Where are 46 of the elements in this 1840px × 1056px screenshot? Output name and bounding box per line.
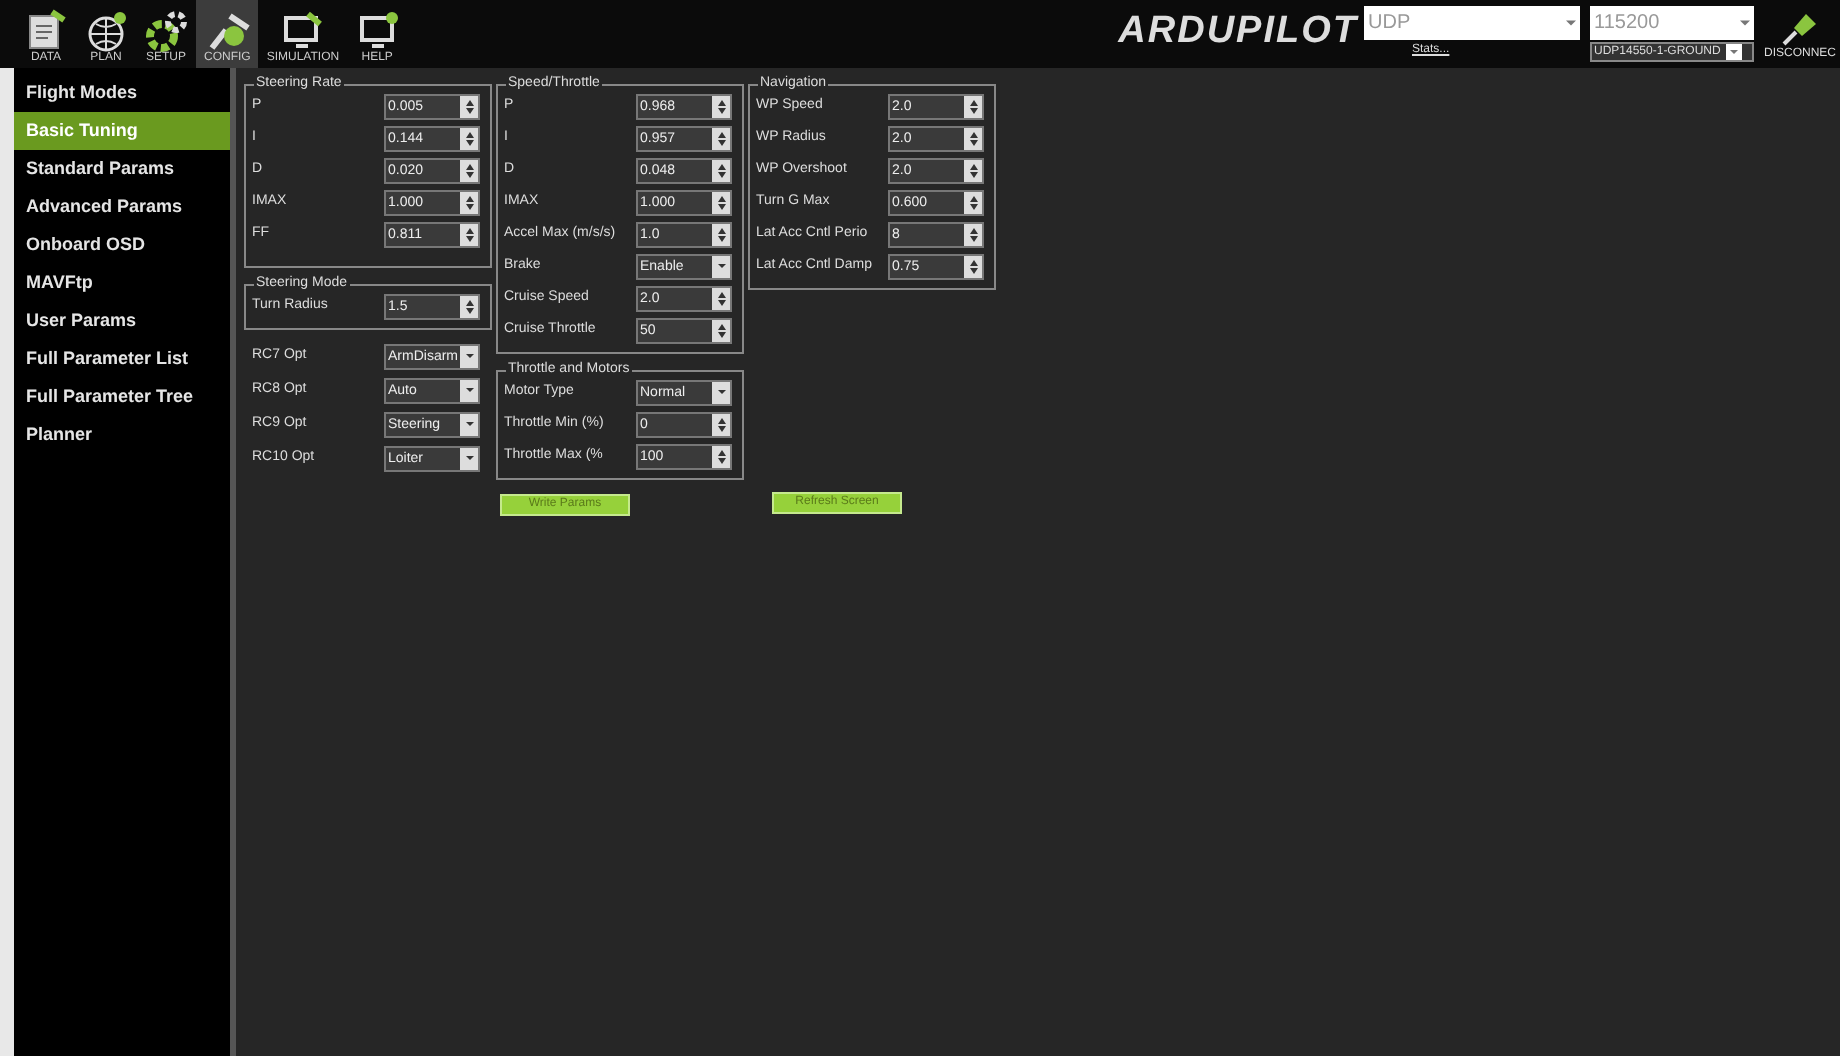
- spin-arrows-icon: [964, 159, 982, 181]
- caret-icon: [460, 379, 478, 401]
- sidebar-item[interactable]: Planner: [14, 416, 230, 454]
- caret-icon: [1726, 44, 1743, 60]
- spin-arrows-icon: [964, 127, 982, 149]
- caret-icon: [460, 413, 478, 435]
- sidebar-item[interactable]: Full Parameter Tree: [14, 378, 230, 416]
- spin-arrows-icon: [964, 95, 982, 117]
- spin-arrows-icon: [964, 191, 982, 213]
- spin-arrows-icon: [964, 255, 982, 277]
- caret-icon: [460, 345, 478, 367]
- spin-arrows-icon: [712, 191, 730, 213]
- caret-icon: [712, 381, 730, 403]
- sidebar-item[interactable]: Full Parameter List: [14, 340, 230, 378]
- sidebar-item[interactable]: MAVFtp: [14, 264, 230, 302]
- spin-arrows-icon: [712, 413, 730, 435]
- sidebar-item[interactable]: Advanced Params: [14, 188, 230, 226]
- spin-arrows-icon: [712, 223, 730, 245]
- spin-arrows-icon: [964, 223, 982, 245]
- sidebar-item[interactable]: Onboard OSD: [14, 226, 230, 264]
- spin-arrows-icon: [712, 159, 730, 181]
- monitor-icon: [280, 8, 325, 52]
- spin-arrows-icon: [712, 319, 730, 341]
- plug-icon: [1780, 10, 1820, 46]
- spin-arrows-icon: [460, 223, 478, 245]
- spin-arrows-icon: [460, 295, 478, 317]
- spin-arrows-icon: [460, 95, 478, 117]
- spin-arrows-icon: [460, 159, 478, 181]
- spin-arrows-icon: [460, 127, 478, 149]
- sidebar-item[interactable]: Flight Modes: [14, 74, 230, 112]
- caret-icon: [712, 255, 730, 277]
- caret-icon: [1740, 20, 1750, 26]
- spin-arrows-icon: [712, 95, 730, 117]
- sidebar-item[interactable]: User Params: [14, 302, 230, 340]
- document-icon: [24, 8, 68, 52]
- gears-icon: [144, 8, 188, 52]
- caret-icon: [460, 447, 478, 469]
- logo: ARDUPILOT: [1118, 10, 1358, 54]
- globe-icon: [84, 8, 128, 52]
- spin-arrows-icon: [712, 287, 730, 309]
- spin-arrows-icon: [460, 191, 478, 213]
- monitor-icon: [355, 8, 400, 52]
- spin-arrows-icon: [712, 127, 730, 149]
- sidebar-item[interactable]: Standard Params: [14, 150, 230, 188]
- spin-arrows-icon: [712, 445, 730, 467]
- caret-icon: [1566, 20, 1576, 26]
